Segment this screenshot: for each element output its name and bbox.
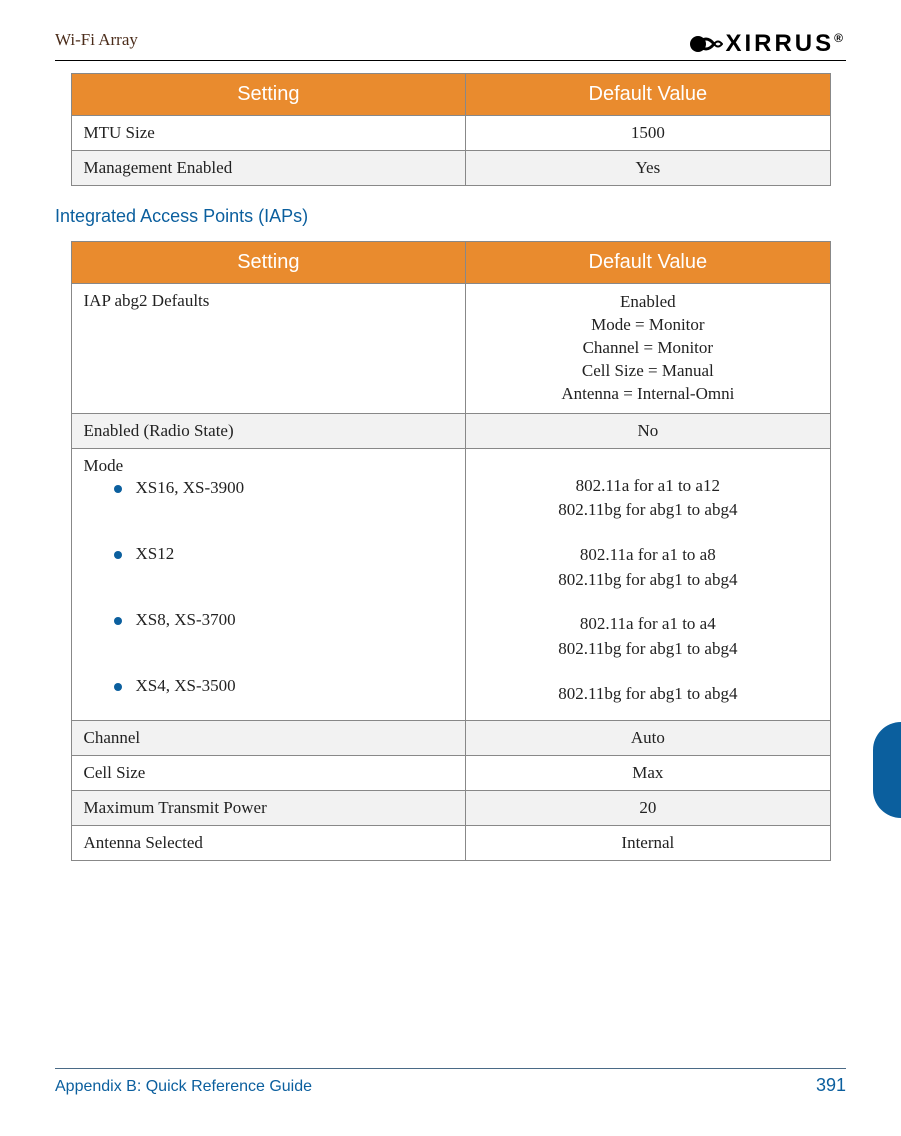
table-row: MTU Size 1500 [71, 116, 830, 151]
value-cell: Enabled Mode = Monitor Channel = Monitor… [466, 284, 830, 414]
table-header: Setting [71, 242, 466, 284]
setting-cell: Cell Size [71, 756, 466, 791]
setting-cell: Mode XS16, XS-3900 XS12 XS8, XS-3700 XS4… [71, 448, 466, 720]
setting-cell: IAP abg2 Defaults [71, 284, 466, 414]
footer-divider [55, 1068, 846, 1069]
value-line: Antenna = Internal-Omni [478, 383, 817, 406]
setting-cell: Antenna Selected [71, 826, 466, 861]
registered-icon: ® [834, 31, 846, 45]
value-line: Channel = Monitor [478, 337, 817, 360]
value-cell: 20 [466, 791, 830, 826]
table-row: Antenna Selected Internal [71, 826, 830, 861]
setting-cell: MTU Size [71, 116, 466, 151]
value-line: 802.11a for a1 to a12 [478, 474, 817, 499]
table-header: Setting [71, 74, 466, 116]
settings-table-1: Setting Default Value MTU Size 1500 Mana… [71, 73, 831, 186]
value-cell: Auto [466, 721, 830, 756]
table-row: Channel Auto [71, 721, 830, 756]
logo-mark-icon [689, 31, 723, 57]
value-line: Cell Size = Manual [478, 360, 817, 383]
value-cell: Internal [466, 826, 830, 861]
value-cell: Yes [466, 151, 830, 186]
value-line: Enabled [478, 291, 817, 314]
value-line: 802.11a for a1 to a4 [478, 612, 817, 637]
table-row: IAP abg2 Defaults Enabled Mode = Monitor… [71, 284, 830, 414]
footer-title: Appendix B: Quick Reference Guide [55, 1078, 312, 1096]
value-line: 802.11a for a1 to a8 [478, 543, 817, 568]
table-header: Default Value [466, 242, 830, 284]
value-line: 802.11bg for abg1 to abg4 [478, 637, 817, 662]
value-line: 802.11bg for abg1 to abg4 [478, 682, 817, 707]
list-item: XS8, XS-3700 [114, 610, 454, 630]
table-row: Maximum Transmit Power 20 [71, 791, 830, 826]
value-cell: 802.11a for a1 to a12 802.11bg for abg1 … [466, 448, 830, 720]
list-item: XS4, XS-3500 [114, 676, 454, 696]
setting-cell: Management Enabled [71, 151, 466, 186]
settings-table-iaps: Setting Default Value IAP abg2 Defaults … [71, 241, 831, 861]
value-cell: No [466, 413, 830, 448]
table-header: Default Value [466, 74, 830, 116]
table-row: Mode XS16, XS-3900 XS12 XS8, XS-3700 XS4… [71, 448, 830, 720]
doc-title: Wi-Fi Array [55, 30, 138, 50]
table-row: Management Enabled Yes [71, 151, 830, 186]
logo-text: XIRRUS® [725, 30, 846, 58]
page-number: 391 [816, 1075, 846, 1096]
side-tab-icon [873, 722, 901, 818]
table-row: Enabled (Radio State) No [71, 413, 830, 448]
mode-label: Mode [84, 456, 454, 476]
table-row: Cell Size Max [71, 756, 830, 791]
setting-cell: Enabled (Radio State) [71, 413, 466, 448]
brand-logo: XIRRUS® [689, 30, 846, 58]
value-cell: 1500 [466, 116, 830, 151]
value-line: 802.11bg for abg1 to abg4 [478, 498, 817, 523]
value-line: Mode = Monitor [478, 314, 817, 337]
setting-cell: Maximum Transmit Power [71, 791, 466, 826]
setting-cell: Channel [71, 721, 466, 756]
list-item: XS12 [114, 544, 454, 564]
value-cell: Max [466, 756, 830, 791]
value-line: 802.11bg for abg1 to abg4 [478, 568, 817, 593]
list-item: XS16, XS-3900 [114, 478, 454, 498]
section-heading: Integrated Access Points (IAPs) [55, 206, 846, 227]
header-divider [55, 60, 846, 61]
